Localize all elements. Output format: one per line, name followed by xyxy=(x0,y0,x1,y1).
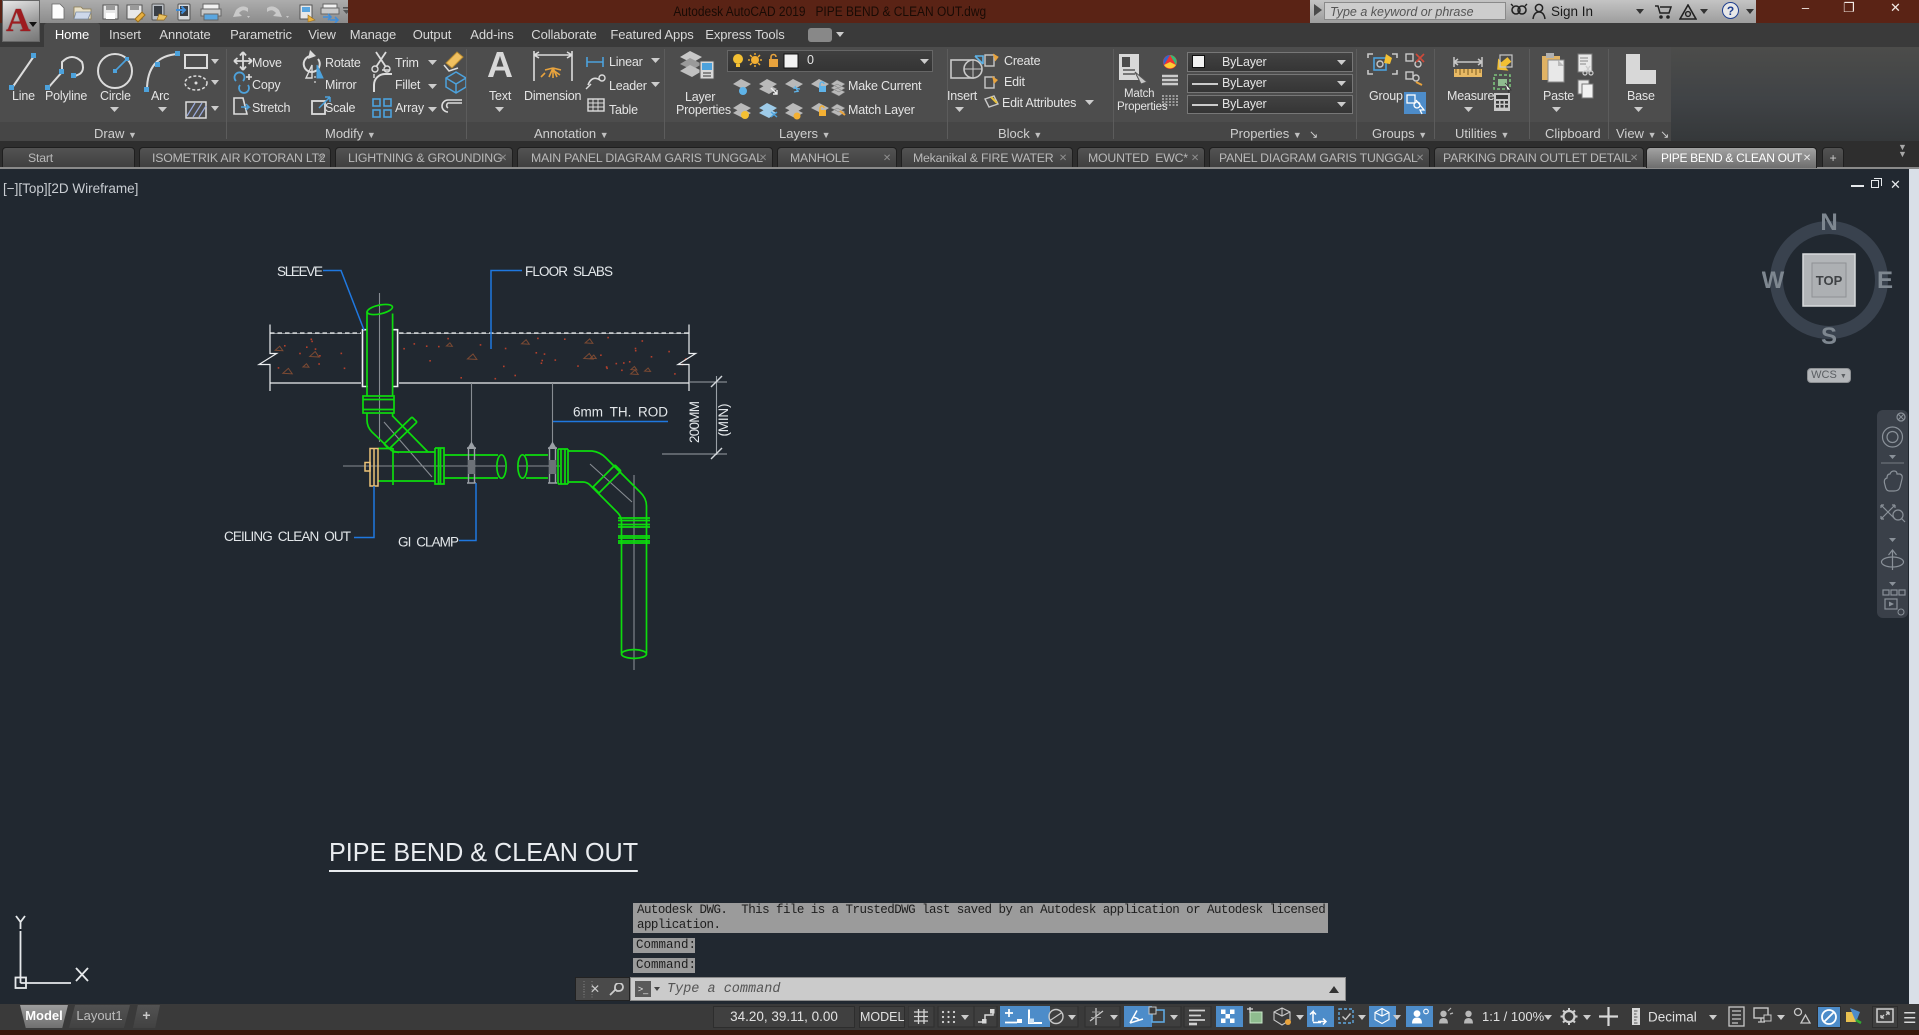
svg-text:N: N xyxy=(1820,209,1837,236)
svg-text:FLOOR SLABS: FLOOR SLABS xyxy=(525,264,613,279)
svg-text:(MIN): (MIN) xyxy=(716,404,731,437)
svg-text:Decimal: Decimal xyxy=(1648,1010,1697,1025)
svg-text:6mm TH. ROD: 6mm TH. ROD xyxy=(573,405,668,420)
svg-text:GI CLAMP: GI CLAMP xyxy=(398,535,459,550)
svg-text:W: W xyxy=(1762,267,1785,294)
svg-text:S: S xyxy=(1821,323,1837,350)
svg-text:200MM: 200MM xyxy=(687,401,702,443)
svg-text:SLEEVE: SLEEVE xyxy=(277,264,323,279)
svg-text:1:1 / 100%: 1:1 / 100% xyxy=(1482,1009,1545,1024)
svg-text:CEILING CLEAN OUT: CEILING CLEAN OUT xyxy=(224,529,351,544)
svg-text:TOP: TOP xyxy=(1816,273,1843,288)
svg-text:E: E xyxy=(1877,267,1893,294)
